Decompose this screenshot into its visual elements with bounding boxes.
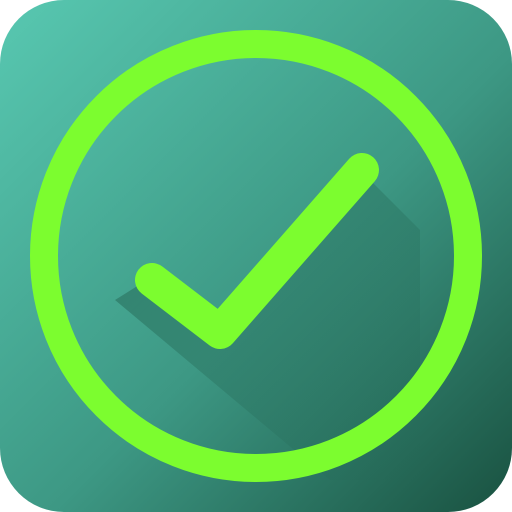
- app-icon[interactable]: [0, 0, 512, 512]
- checkmark-circle-icon: [0, 0, 512, 512]
- icon-background: [0, 0, 512, 512]
